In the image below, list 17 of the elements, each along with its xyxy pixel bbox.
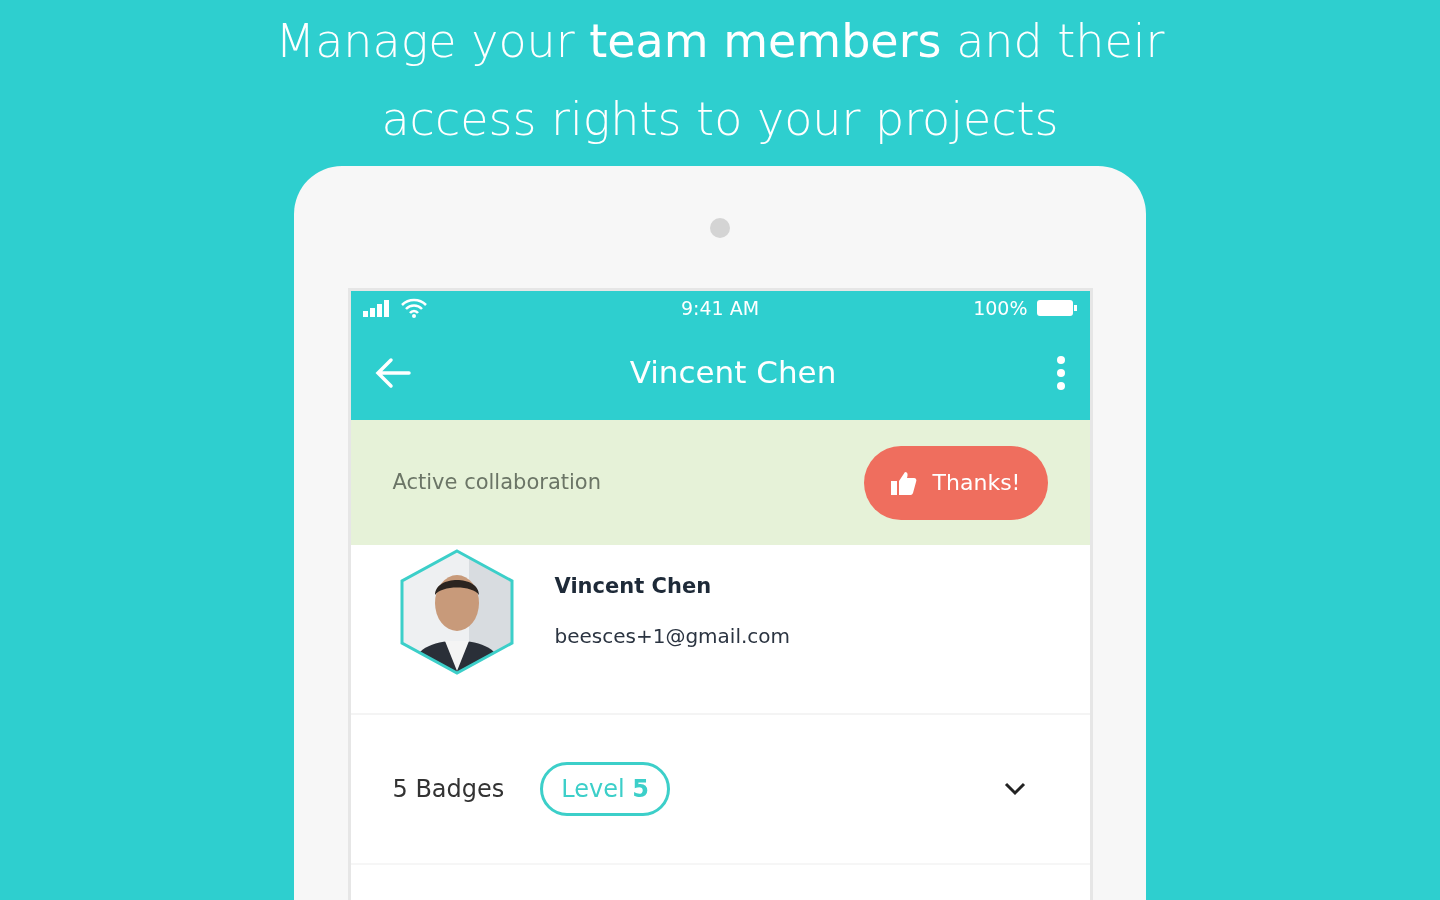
badge-count: 5 Badges xyxy=(392,774,505,805)
member-name: Vincent Chen xyxy=(554,573,713,600)
member-email: beesces+1@gmail.com xyxy=(554,622,791,650)
battery-icon xyxy=(1035,299,1078,317)
headline: Manage your team members and their access rights to your projects xyxy=(274,13,1166,148)
battery-percent: 100% xyxy=(973,295,1028,321)
status-time: 9:41 AM xyxy=(680,296,760,319)
wifi-icon xyxy=(400,298,427,318)
thumbs-up-icon xyxy=(890,470,917,495)
screen-title: Vincent Chen xyxy=(629,354,837,391)
camera-dot xyxy=(710,218,730,238)
collaboration-status: Active collaboration xyxy=(392,468,601,496)
chevron-down-icon[interactable] xyxy=(1003,782,1026,796)
level-pill: Level 5 xyxy=(540,762,670,816)
back-arrow-icon[interactable] xyxy=(374,356,411,389)
more-options-icon[interactable] xyxy=(1055,354,1066,391)
thanks-button[interactable]: Thanks! xyxy=(863,445,1048,520)
